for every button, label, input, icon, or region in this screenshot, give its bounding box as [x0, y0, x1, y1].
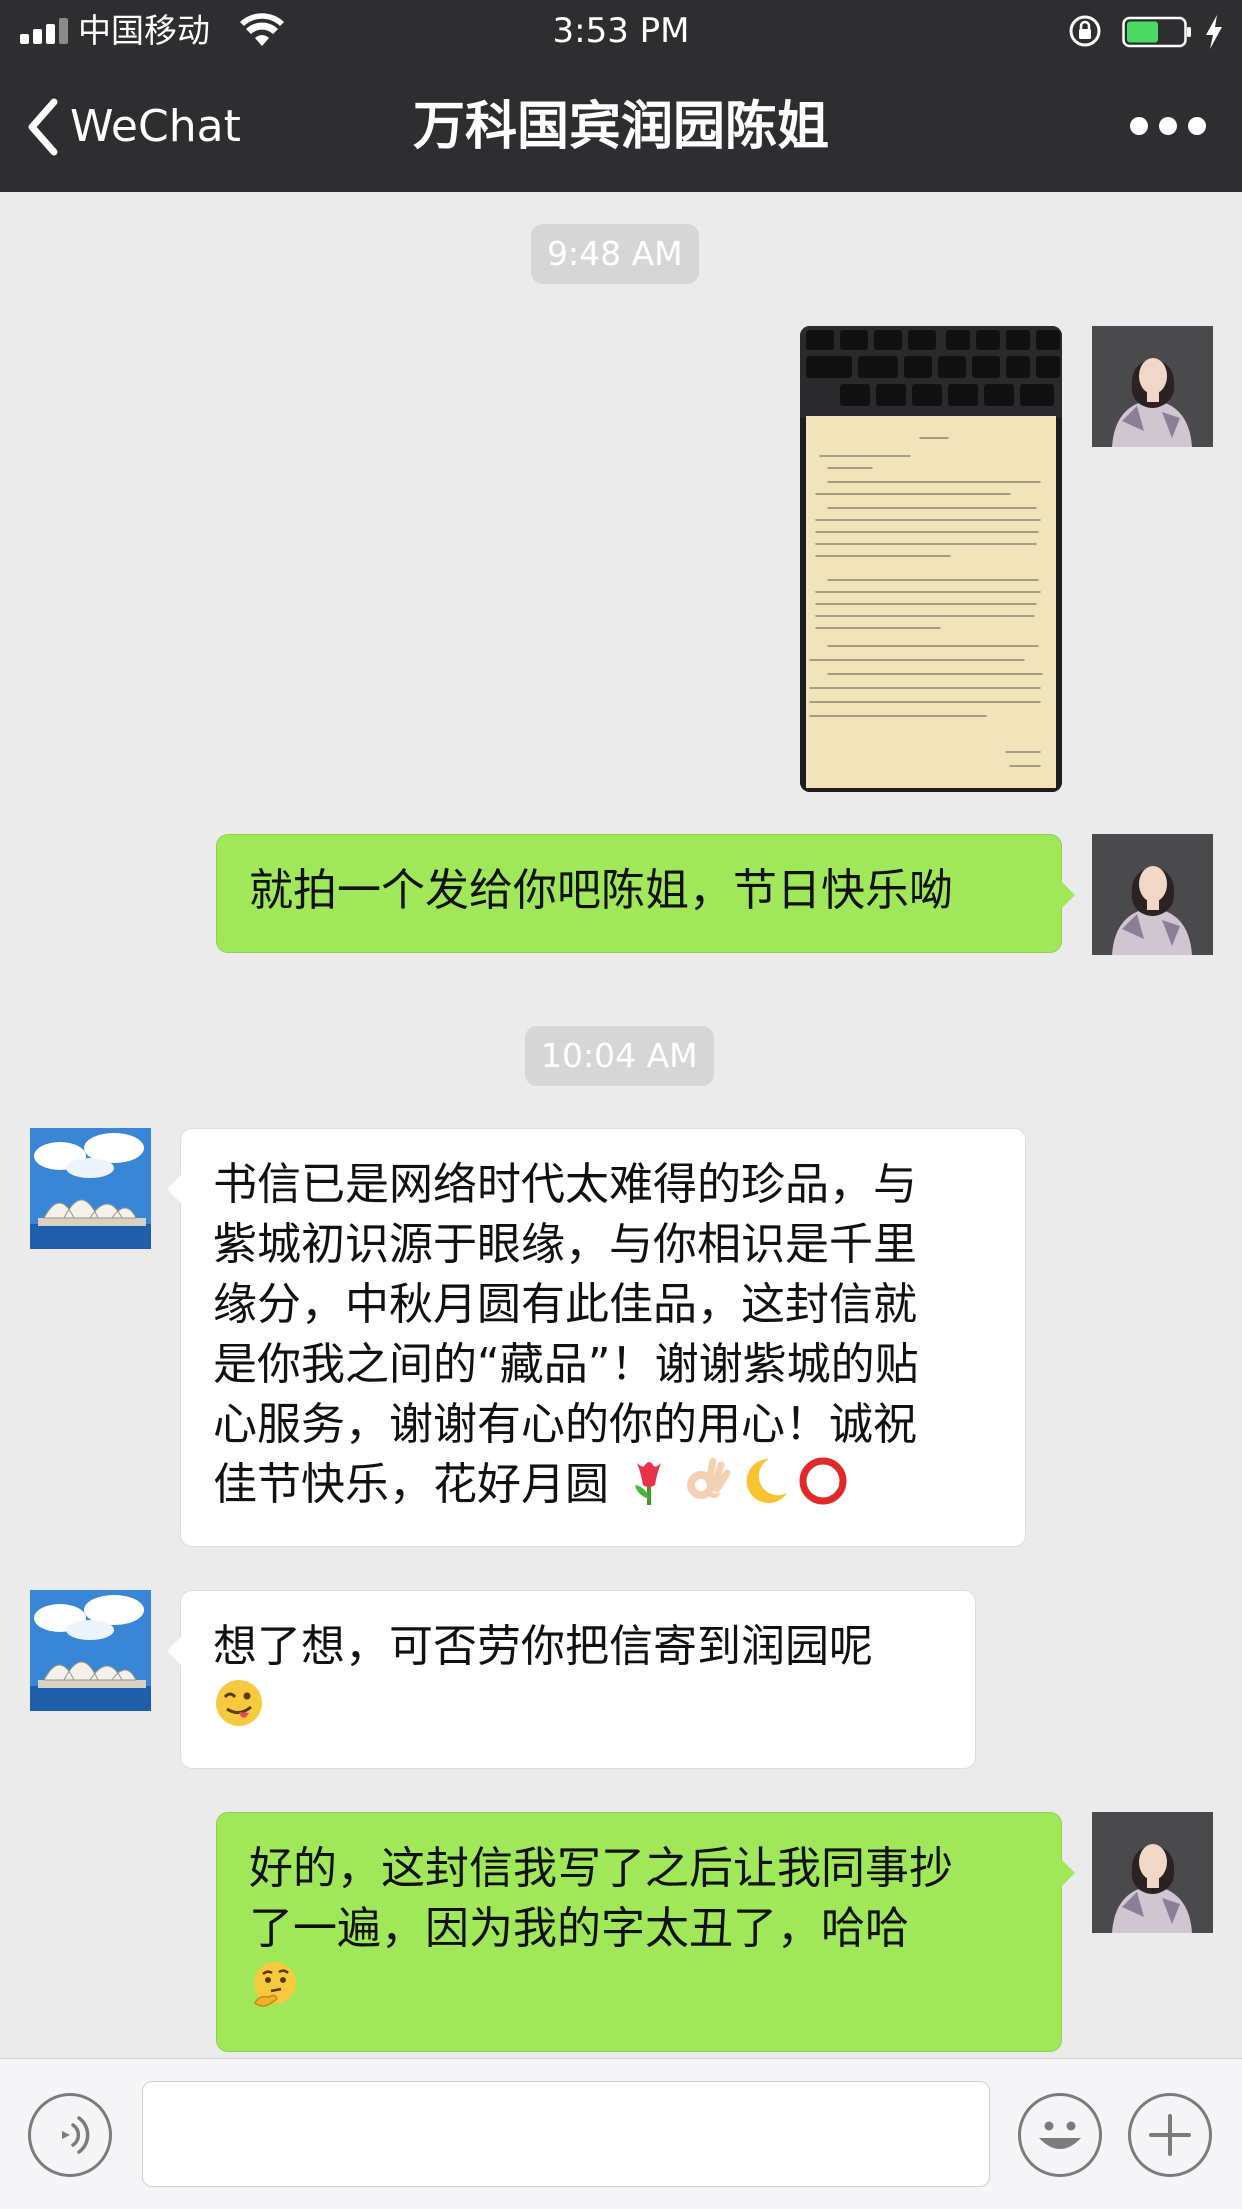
plus-icon [1149, 2114, 1191, 2156]
opera-house-avatar-image [30, 1590, 151, 1711]
red-circle-emoji [799, 1457, 847, 1505]
thinking-face-emoji [254, 1962, 296, 2007]
orientation-lock-icon [1069, 15, 1101, 47]
incoming-message-bubble[interactable]: 书信已是网络时代太难得的珍品，与 紫城初识源于眼缘，与你相识是千里 缘分，中秋月… [167, 1128, 1026, 1547]
woman-portrait-avatar-image [1092, 326, 1213, 447]
chevron-left-icon [28, 98, 58, 156]
message-line-last: 佳节快乐，花好月圆 [213, 1455, 993, 1515]
timestamp: 10:04 AM [525, 1026, 714, 1086]
message-line: 佳节快乐，花好月圆 [213, 1459, 609, 1510]
emoji-button[interactable] [1018, 2093, 1102, 2177]
my-avatar[interactable] [1092, 834, 1213, 955]
message-line-emoji [213, 1677, 943, 1737]
opera-house-avatar-image [30, 1128, 151, 1249]
voice-button[interactable] [28, 2093, 112, 2177]
incoming-message-bubble[interactable]: 想了想，可否劳你把信寄到润园呢 [167, 1590, 976, 1769]
timestamp: 9:48 AM [531, 224, 699, 284]
input-bar [0, 2058, 1242, 2209]
message-input[interactable] [142, 2081, 990, 2187]
status-time: 3:53 PM [552, 11, 690, 51]
crescent-moon-emoji [746, 1458, 787, 1503]
message-line-emoji [249, 1959, 1029, 2019]
woman-portrait-avatar-image [1092, 1812, 1213, 1933]
add-button[interactable] [1128, 2093, 1212, 2177]
status-bar: 中国移动 3:53 PM [0, 0, 1242, 62]
message-line: 心服务，谢谢有心的你的用心！诚祝 [213, 1399, 917, 1450]
voice-icon [62, 2116, 90, 2154]
ok-hand-emoji [687, 1457, 731, 1499]
more-dots-icon[interactable] [1130, 104, 1206, 148]
contact-avatar[interactable] [30, 1128, 151, 1249]
battery-icon [1122, 16, 1191, 48]
nav-bar: WeChat 万科国宾润园陈姐 [0, 62, 1242, 192]
outgoing-message-bubble[interactable]: 就拍一个发给你吧陈姐，节日快乐呦 [216, 834, 1075, 953]
message-line: 是你我之间的“藏品”！谢谢紫城的贴 [213, 1339, 919, 1390]
back-label: WeChat [70, 101, 241, 152]
my-avatar[interactable] [1092, 326, 1213, 447]
message-line: 缘分，中秋月圆有此佳品，这封信就 [213, 1279, 917, 1330]
message-line: 紫城初识源于眼缘，与你相识是千里 [213, 1219, 917, 1270]
message-line: 想了想，可否劳你把信寄到润园呢 [213, 1621, 873, 1672]
outgoing-message-bubble[interactable]: 好的，这封信我写了之后让我同事抄 了一遍，因为我的字太丑了，哈哈 [216, 1812, 1075, 2052]
handwritten-letter-image [800, 326, 1062, 792]
woman-portrait-avatar-image [1092, 834, 1213, 955]
winking-tongue-emoji [216, 1680, 262, 1726]
charging-bolt-icon [1206, 15, 1222, 49]
contact-avatar[interactable] [30, 1590, 151, 1711]
message-text: 就拍一个发给你吧陈姐，节日快乐呦 [249, 865, 953, 916]
message-line: 了一遍，因为我的字太丑了，哈哈 [249, 1903, 909, 1954]
message-line: 书信已是网络时代太难得的珍品，与 [213, 1159, 917, 1210]
tulip-emoji [635, 1462, 661, 1505]
chat-title: 万科国宾润园陈姐 [412, 97, 829, 157]
my-avatar[interactable] [1092, 1812, 1213, 1933]
back-button[interactable]: WeChat [22, 92, 241, 162]
letter-photo-message[interactable] [800, 326, 1062, 792]
top-bar: 中国移动 3:53 PM WeChat 万科国宾润园陈姐 [0, 0, 1242, 192]
message-line: 好的，这封信我写了之后让我同事抄 [249, 1843, 953, 1894]
emoji-face-icon [1039, 2121, 1081, 2149]
